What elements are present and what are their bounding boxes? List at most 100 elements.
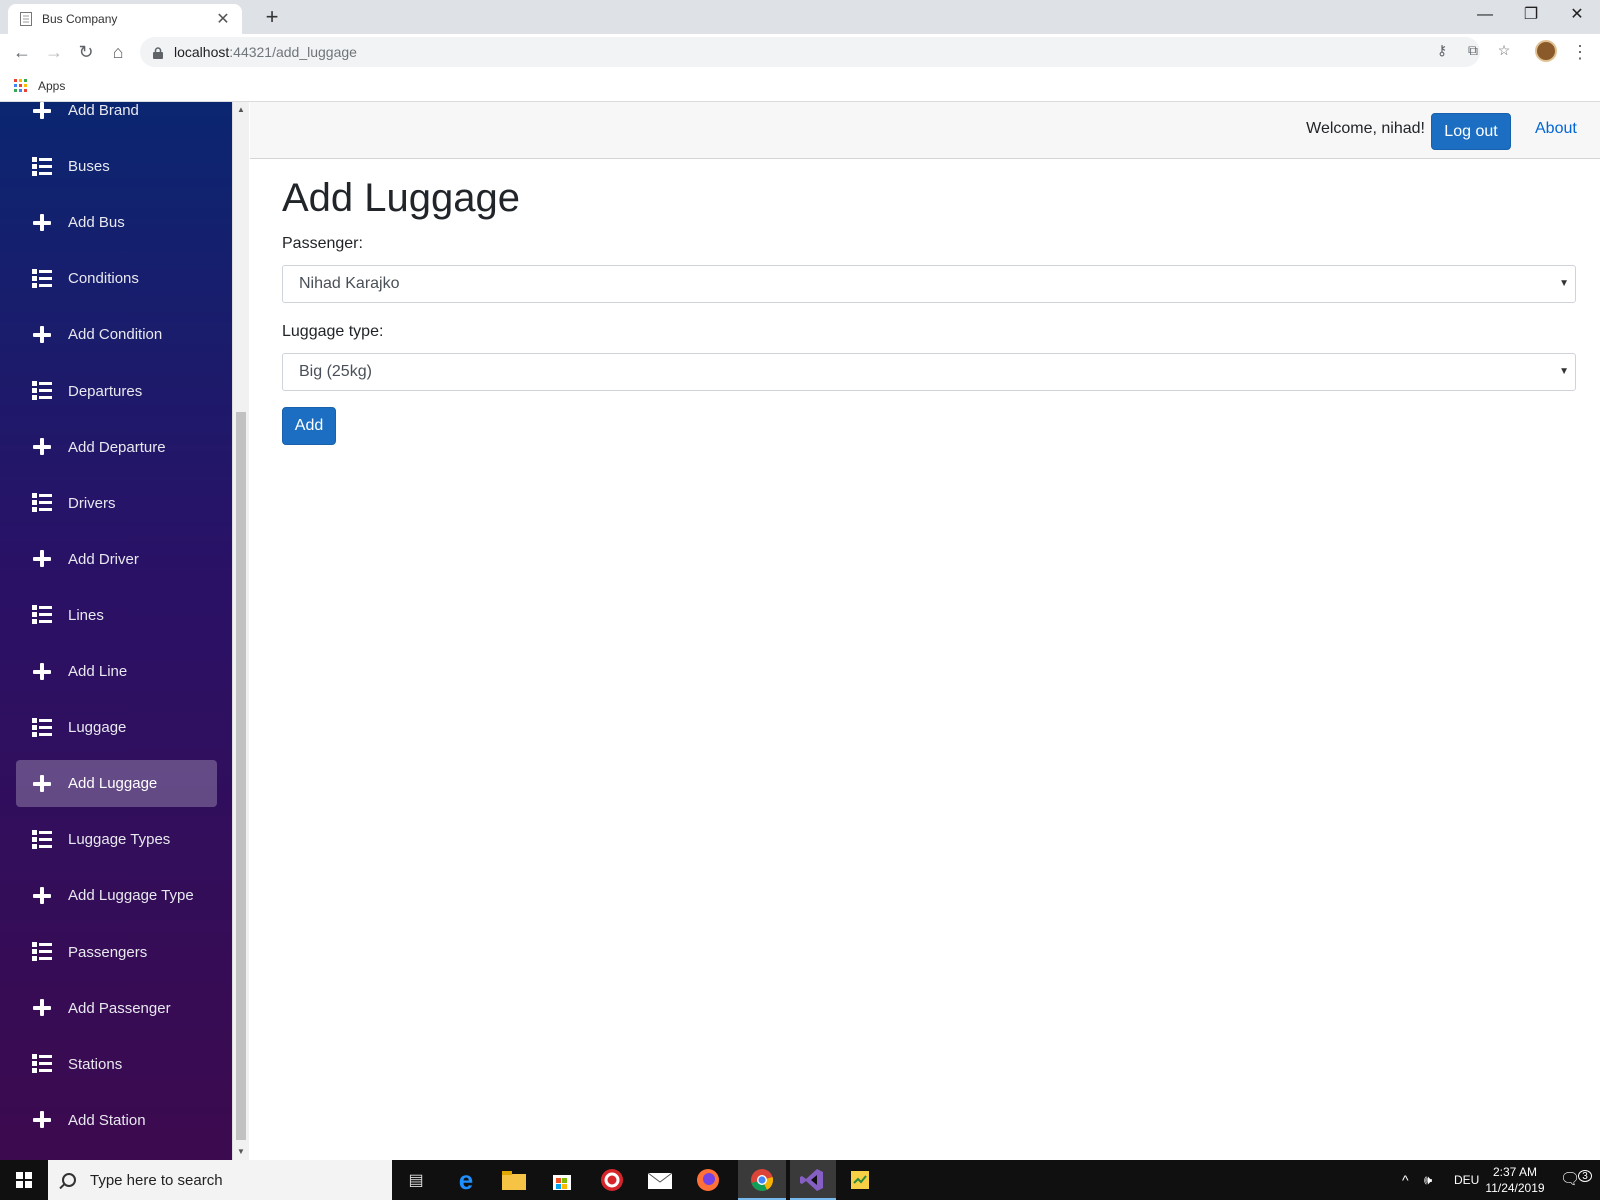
chevron-down-icon: ▼ <box>1559 278 1569 289</box>
sidebar-item-add-driver[interactable]: Add Driver <box>16 536 217 583</box>
about-link[interactable]: About <box>1535 120 1577 138</box>
sidebar-item-label: Departures <box>68 382 143 400</box>
bookmarks-bar: Apps <box>0 70 1600 102</box>
top-header: Welcome, nihad! Log out About <box>250 102 1600 159</box>
apps-grid-icon[interactable] <box>14 78 28 93</box>
browser-tab[interactable]: Bus Company ✕ <box>8 4 242 34</box>
browser-menu-icon[interactable]: ⋮ <box>1570 40 1590 64</box>
home-icon[interactable]: ⌂ <box>104 38 132 66</box>
close-window-icon[interactable]: ✕ <box>1554 0 1600 30</box>
close-tab-icon[interactable]: ✕ <box>214 9 232 29</box>
plus-icon <box>32 662 52 682</box>
luggage-type-select[interactable]: Big (25kg) ▼ <box>282 353 1576 391</box>
sidebar-item-label: Add Condition <box>68 326 163 344</box>
sidebar-item-departures[interactable]: Departures <box>16 368 217 415</box>
store-icon[interactable] <box>548 1166 576 1194</box>
main-content: Add Luggage Passenger: Nihad Karajko ▼ L… <box>282 170 1578 445</box>
sidebar-item-label: Luggage <box>68 719 127 737</box>
file-explorer-icon[interactable] <box>500 1166 528 1194</box>
sidebar-item-stations[interactable]: Stations <box>16 1041 217 1088</box>
scroll-down-icon[interactable]: ▼ <box>233 1144 249 1160</box>
sidebar-item-label: Buses <box>68 158 110 176</box>
plus-icon <box>32 549 52 569</box>
scrollbar-thumb[interactable] <box>236 412 246 1140</box>
sidebar-item-label: Lines <box>68 606 104 624</box>
taskbar-search[interactable]: Type here to search <box>48 1160 392 1200</box>
sidebar-item-label: Add Driver <box>68 550 139 568</box>
forward-arrow-icon[interactable]: → <box>40 38 68 66</box>
sidebar-item-drivers[interactable]: Drivers <box>16 480 217 527</box>
sidebar-item-add-passenger[interactable]: Add Passenger <box>16 985 217 1032</box>
page-title: Add Luggage <box>282 176 521 220</box>
sidebar-item-buses[interactable]: Buses <box>16 143 217 190</box>
sidebar-item-label: Add Departure <box>68 438 166 456</box>
chrome-icon[interactable] <box>748 1166 776 1194</box>
sticky-notes-icon[interactable] <box>846 1166 874 1194</box>
mail-icon[interactable] <box>646 1166 674 1194</box>
sidebar-item-add-luggage[interactable]: Add Luggage <box>16 760 217 808</box>
sidebar-scrollbar[interactable]: ▲ ▼ <box>232 102 249 1160</box>
sidebar-item-add-station[interactable]: Add Station <box>16 1097 217 1144</box>
tray-chevron-up-icon[interactable]: ^ <box>1402 1160 1409 1200</box>
sidebar-item-add-bus[interactable]: Add Bus <box>16 199 217 246</box>
visual-studio-icon[interactable] <box>798 1166 826 1194</box>
sidebar-item-passengers[interactable]: Passengers <box>16 929 217 976</box>
restore-icon[interactable]: ❐ <box>1508 0 1554 30</box>
sidebar-item-luggage-types[interactable]: Luggage Types <box>16 816 217 863</box>
url-host: localhost <box>174 44 230 60</box>
sidebar-item-label: Passengers <box>68 943 148 961</box>
plus-icon <box>32 213 52 233</box>
windows-taskbar: Type here to search ▤ e ^ 🕪 DEU 2:37 AM … <box>0 1160 1600 1200</box>
new-tab-button[interactable]: + <box>258 4 286 32</box>
apps-bookmark[interactable]: Apps <box>38 79 65 93</box>
key-icon[interactable]: ⚷ <box>1432 40 1452 60</box>
sidebar-item-conditions[interactable]: Conditions <box>16 255 217 302</box>
scroll-up-icon[interactable]: ▲ <box>233 102 249 118</box>
passenger-select-value: Nihad Karajko <box>299 275 400 292</box>
start-button[interactable] <box>0 1160 48 1200</box>
list-icon <box>32 381 52 401</box>
language-indicator[interactable]: DEU <box>1454 1160 1479 1200</box>
sidebar-item-luggage[interactable]: Luggage <box>16 704 217 751</box>
minimize-icon[interactable]: — <box>1462 0 1508 30</box>
luggage-type-label: Luggage type: <box>282 323 384 340</box>
sidebar-item-lines[interactable]: Lines <box>16 592 217 639</box>
list-icon <box>32 942 52 962</box>
clock-time: 2:37 AM <box>1492 1165 1538 1179</box>
back-arrow-icon[interactable]: ← <box>8 38 36 66</box>
sidebar-item-add-departure[interactable]: Add Departure <box>16 424 217 471</box>
plus-icon <box>32 325 52 345</box>
taskbar-clock[interactable]: 2:37 AM 11/24/2019 <box>1480 1164 1550 1196</box>
chevron-down-icon: ▼ <box>1559 366 1569 377</box>
list-icon <box>32 829 52 850</box>
star-icon[interactable]: ☆ <box>1494 40 1514 60</box>
notification-center-icon[interactable]: 🗨 <box>1560 1160 1580 1200</box>
sidebar-item-add-brand[interactable]: Add Brand <box>16 102 217 134</box>
list-icon <box>32 717 52 738</box>
search-placeholder: Type here to search <box>90 1171 223 1189</box>
edge-icon[interactable]: e <box>452 1165 480 1195</box>
welcome-text: Welcome, nihad! <box>1306 120 1425 137</box>
ccleaner-icon[interactable] <box>598 1166 626 1194</box>
reload-icon[interactable]: ↻ <box>72 38 100 66</box>
sidebar-item-label: Add Station <box>68 1111 146 1129</box>
sidebar-item-add-line[interactable]: Add Line <box>16 648 217 695</box>
sidebar-item-label: Add Line <box>68 663 128 680</box>
address-bar[interactable]: localhost :44321/add_luggage <box>140 37 1480 67</box>
search-icon <box>62 1173 76 1187</box>
sidebar-item-add-condition[interactable]: Add Condition <box>16 311 217 358</box>
add-button[interactable]: Add <box>282 407 336 445</box>
logout-button[interactable]: Log out <box>1431 113 1511 150</box>
plus-icon <box>32 102 52 121</box>
lock-icon <box>152 45 164 59</box>
task-view-icon[interactable]: ▤ <box>402 1166 430 1194</box>
clock-date: 11/24/2019 <box>1485 1181 1545 1195</box>
passenger-select[interactable]: Nihad Karajko ▼ <box>282 265 1576 303</box>
firefox-icon[interactable] <box>694 1166 722 1194</box>
translate-icon[interactable]: ⧉ <box>1463 40 1483 60</box>
volume-icon[interactable]: 🕪 <box>1424 1160 1432 1200</box>
plus-icon <box>32 886 52 906</box>
sidebar-item-add-luggage-type[interactable]: Add Luggage Type <box>16 872 217 919</box>
profile-avatar[interactable] <box>1535 40 1557 62</box>
luggage-type-select-value: Big (25kg) <box>299 363 372 380</box>
